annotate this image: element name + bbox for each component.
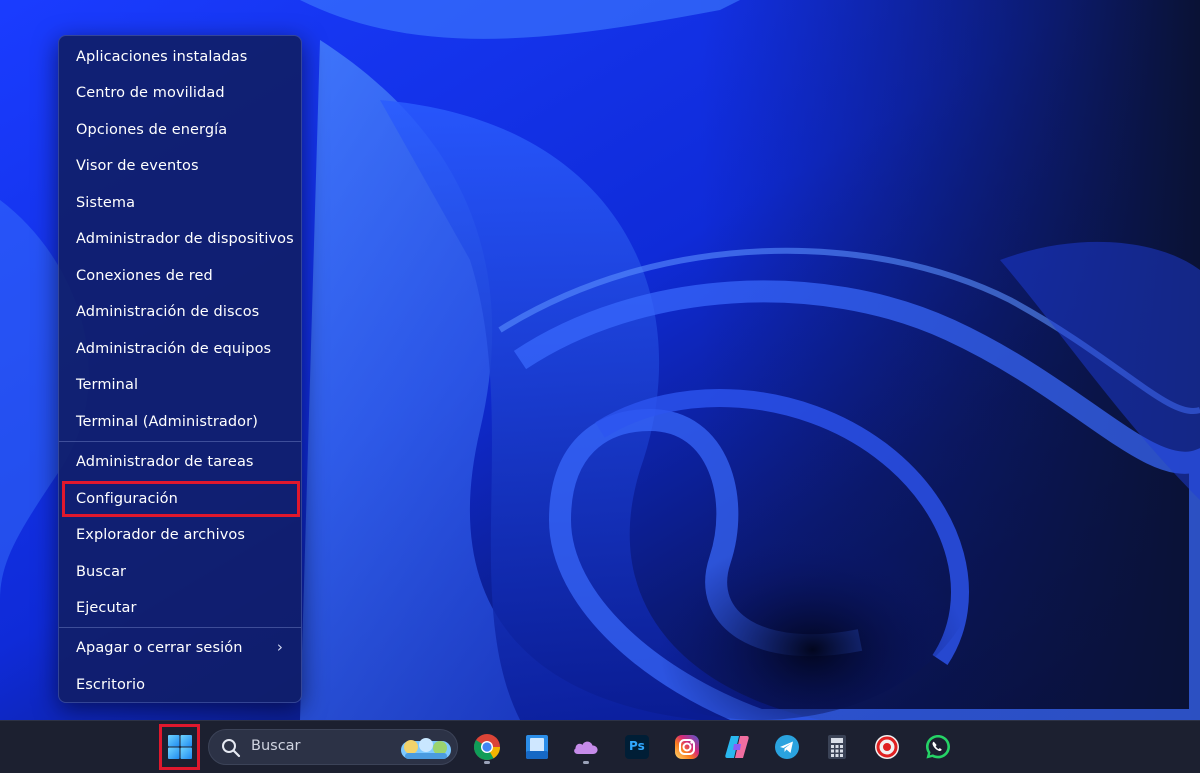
menu-item-search[interactable]: Buscar: [63, 555, 297, 589]
menu-item-network-connections[interactable]: Conexiones de red: [63, 259, 297, 293]
file-explorer-icon: [526, 735, 548, 759]
taskbar-app-calculator[interactable]: [822, 732, 852, 762]
winx-context-menu: Aplicaciones instaladas Centro de movili…: [58, 35, 302, 703]
photoshop-label: Ps: [629, 739, 645, 753]
menu-item-computer-management[interactable]: Administración de equipos: [63, 332, 297, 366]
menu-item-terminal[interactable]: Terminal: [63, 368, 297, 402]
taskbar-app-onedrive[interactable]: [571, 732, 601, 762]
instagram-icon: [675, 735, 699, 759]
search-highlight-icon: [401, 738, 451, 759]
screen-recorder-icon: [875, 735, 899, 759]
menu-item-terminal-admin[interactable]: Terminal (Administrador): [63, 405, 297, 439]
taskbar-app-telegram[interactable]: [772, 732, 802, 762]
menu-item-installed-apps[interactable]: Aplicaciones instaladas: [63, 40, 297, 74]
running-indicator: [583, 761, 589, 764]
taskbar-app-file-explorer[interactable]: [522, 732, 552, 762]
taskbar-app-screen-recorder[interactable]: [872, 732, 902, 762]
menu-item-task-manager[interactable]: Administrador de tareas: [63, 445, 297, 479]
menu-item-device-manager[interactable]: Administrador de dispositivos: [63, 222, 297, 256]
chevron-right-icon: ›: [276, 638, 283, 656]
search-icon: [222, 739, 241, 758]
onedrive-icon: [574, 741, 598, 754]
taskbar-search-box[interactable]: Buscar: [208, 729, 458, 765]
taskbar: Buscar Ps: [0, 720, 1200, 773]
menu-item-mobility-center[interactable]: Centro de movilidad: [63, 76, 297, 110]
whatsapp-icon: [926, 735, 950, 759]
search-label: Buscar: [251, 738, 301, 754]
windows-logo-icon: [167, 735, 192, 759]
menu-item-settings[interactable]: Configuración: [62, 481, 300, 517]
telegram-icon: [775, 735, 799, 759]
menu-item-disk-management[interactable]: Administración de discos: [63, 295, 297, 329]
chrome-icon: [473, 734, 501, 761]
start-button[interactable]: [159, 724, 200, 770]
menu-item-file-explorer[interactable]: Explorador de archivos: [63, 518, 297, 552]
menu-item-run[interactable]: Ejecutar: [63, 591, 297, 625]
menu-item-shutdown-label: Apagar o cerrar sesión: [76, 640, 243, 656]
taskbar-app-whatsapp[interactable]: [923, 732, 953, 762]
calculator-icon: [828, 735, 846, 759]
menu-item-system[interactable]: Sistema: [63, 186, 297, 220]
running-indicator: [484, 761, 490, 764]
taskbar-app-copilot[interactable]: [722, 732, 752, 762]
menu-item-shutdown-signout[interactable]: Apagar o cerrar sesión ›: [63, 631, 297, 665]
menu-separator: [59, 627, 301, 628]
menu-item-event-viewer[interactable]: Visor de eventos: [63, 149, 297, 183]
copilot-icon: [725, 736, 749, 758]
menu-separator: [59, 441, 301, 442]
taskbar-app-chrome[interactable]: [472, 732, 502, 762]
taskbar-app-photoshop[interactable]: Ps: [622, 732, 652, 762]
taskbar-app-instagram[interactable]: [672, 732, 702, 762]
menu-item-desktop[interactable]: Escritorio: [63, 668, 297, 702]
menu-item-power-options[interactable]: Opciones de energía: [63, 113, 297, 147]
